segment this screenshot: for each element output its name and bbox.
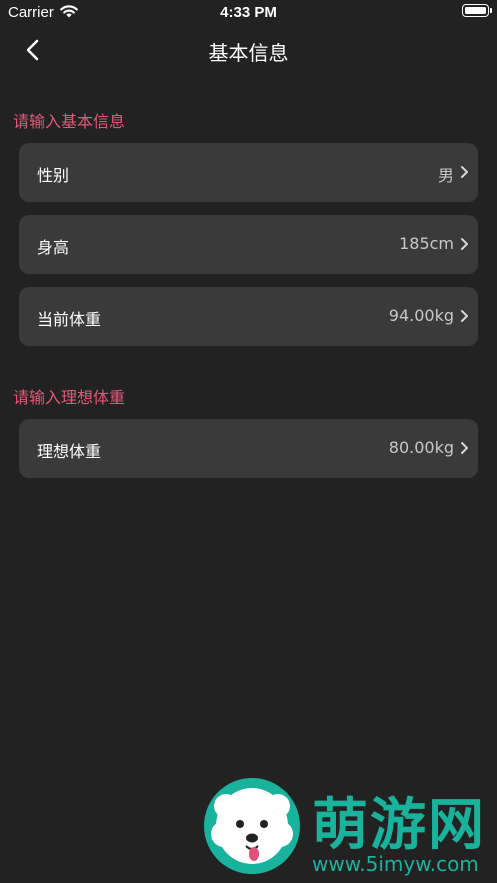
- chevron-right-icon: [461, 238, 468, 250]
- row-value: 男: [437, 166, 454, 185]
- chevron-right-icon: [461, 310, 468, 322]
- row-label: 理想体重: [37, 442, 102, 461]
- section-header-ideal-weight: 请输入理想体重: [13, 388, 126, 407]
- page-title: 基本信息: [208, 41, 289, 65]
- battery-icon: [462, 4, 492, 17]
- section-header-basic-info: 请输入基本信息: [13, 112, 126, 131]
- watermark-url: www.5imyw.com: [312, 852, 479, 876]
- row-current-weight[interactable]: 当前体重 94.00kg: [19, 287, 478, 346]
- row-gender[interactable]: 性别 男: [19, 143, 478, 202]
- chevron-right-icon: [461, 166, 468, 178]
- row-value: 185cm: [399, 234, 454, 253]
- row-label: 性别: [37, 166, 70, 185]
- dog-logo-icon: [204, 778, 300, 874]
- watermark: 萌游网 www.5imyw.com: [200, 776, 490, 876]
- nav-bar: 基本信息: [0, 26, 497, 74]
- row-label: 身高: [37, 238, 70, 257]
- row-value: 80.00kg: [388, 438, 454, 457]
- row-value: 94.00kg: [388, 306, 454, 325]
- row-label: 当前体重: [37, 310, 102, 329]
- status-bar: Carrier 4:33 PM: [0, 0, 497, 26]
- row-height[interactable]: 身高 185cm: [19, 215, 478, 274]
- row-ideal-weight[interactable]: 理想体重 80.00kg: [19, 419, 478, 478]
- clock: 4:33 PM: [220, 4, 277, 21]
- watermark-brand: 萌游网: [312, 793, 486, 858]
- chevron-right-icon: [461, 442, 468, 454]
